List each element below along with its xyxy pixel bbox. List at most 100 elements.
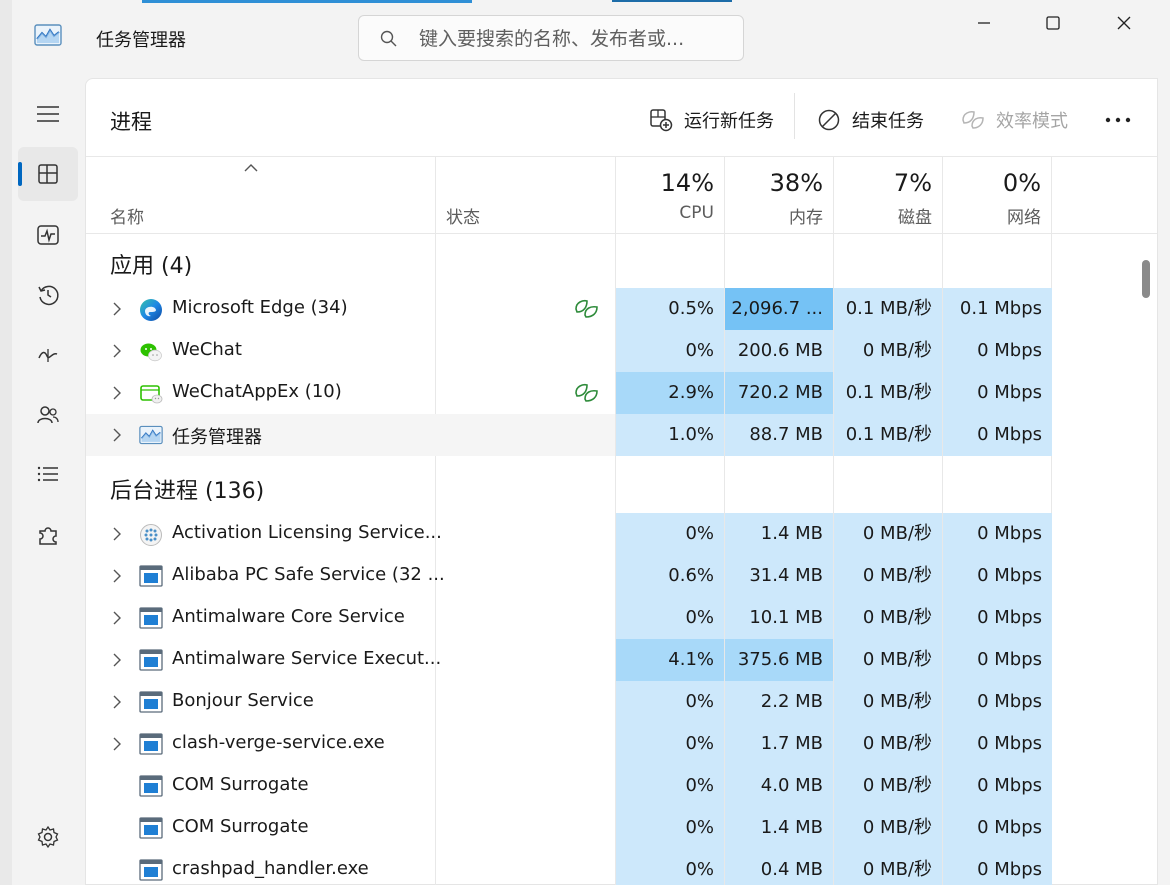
process-row[interactable]: clash-verge-service.exe 0% 1.7 MB 0 MB/秒 0 M… bbox=[86, 723, 1052, 765]
process-row[interactable]: Antimalware Service Execut... 4.1% 375.6 M… bbox=[86, 639, 1052, 681]
run-new-task-button[interactable]: 运行新任务 bbox=[648, 103, 774, 137]
column-header-network[interactable]: 0% 网络 bbox=[943, 157, 1052, 233]
process-name-cell[interactable]: 任务管理器 bbox=[86, 414, 615, 456]
chevron-right-icon[interactable] bbox=[112, 343, 122, 359]
process-row[interactable]: Antimalware Core Service 0% 10.1 MB 0 MB/秒 0… bbox=[86, 597, 1052, 639]
process-row[interactable]: Bonjour Service 0% 2.2 MB 0 MB/秒 0 Mbps bbox=[86, 681, 1052, 723]
end-task-icon bbox=[816, 107, 842, 133]
process-name-cell[interactable]: Microsoft Edge (34) bbox=[86, 288, 615, 330]
page-title: 进程 bbox=[110, 110, 152, 134]
network-cell: 0 Mbps bbox=[943, 513, 1052, 555]
chevron-right-icon[interactable] bbox=[112, 652, 122, 668]
column-header-disk[interactable]: 7% 磁盘 bbox=[834, 157, 943, 233]
process-name: Activation Licensing Service... bbox=[172, 522, 442, 543]
efficiency-mode-button[interactable]: 效率模式 bbox=[960, 103, 1068, 137]
disk-cell: 0.1 MB/秒 bbox=[834, 414, 942, 456]
process-name: WeChat bbox=[172, 339, 242, 360]
process-name-cell[interactable]: COM Surrogate bbox=[86, 807, 615, 849]
chevron-right-icon[interactable] bbox=[112, 301, 122, 317]
process-name-cell[interactable]: Activation Licensing Service... bbox=[86, 513, 615, 555]
process-name-cell[interactable]: COM Surrogate bbox=[86, 765, 615, 807]
process-row[interactable]: Alibaba PC Safe Service (32 ... 0.6% 31.4 … bbox=[86, 555, 1052, 597]
disk-cell: 0 MB/秒 bbox=[834, 513, 942, 555]
process-name-cell[interactable]: WeChatAppEx (10) bbox=[86, 372, 615, 414]
process-name-cell[interactable]: Antimalware Core Service bbox=[86, 597, 615, 639]
command-separator bbox=[794, 93, 795, 139]
disk-cell: 0.1 MB/秒 bbox=[834, 372, 942, 414]
chevron-right-icon[interactable] bbox=[112, 694, 122, 710]
column-header-status[interactable]: 状态 bbox=[436, 157, 616, 233]
memory-cell: 1.4 MB bbox=[725, 807, 833, 849]
column-header-name[interactable]: 名称 bbox=[86, 157, 436, 233]
process-name: COM Surrogate bbox=[172, 774, 309, 795]
network-cell: 0 Mbps bbox=[943, 723, 1052, 765]
memory-cell: 10.1 MB bbox=[725, 597, 833, 639]
process-row[interactable]: 任务管理器 1.0% 88.7 MB 0.1 MB/秒 0 Mbps bbox=[86, 414, 1052, 456]
processes-icon bbox=[38, 164, 58, 184]
wechat-icon bbox=[139, 340, 163, 362]
nav-item-processes[interactable] bbox=[18, 147, 78, 201]
process-name-cell[interactable]: Antimalware Service Execut... bbox=[86, 639, 615, 681]
task-manager-window: 任务管理器 键入要搜索的名称、发布者或... 进程 运行新任务 结束任务 效率模… bbox=[12, 0, 1158, 885]
efficiency-mode-leaf-icon bbox=[574, 382, 598, 404]
users-icon bbox=[37, 406, 59, 424]
service-window-icon bbox=[139, 649, 163, 671]
cpu-cell: 0.5% bbox=[616, 288, 724, 330]
group-title: 应用 (4) bbox=[110, 254, 193, 279]
column-header-memory[interactable]: 38% 内存 bbox=[725, 157, 834, 233]
nav-item-app-history[interactable] bbox=[18, 268, 78, 322]
memory-cell: 720.2 MB bbox=[725, 372, 833, 414]
nav-item-users[interactable] bbox=[18, 388, 78, 442]
process-row[interactable]: Microsoft Edge (34) 0.5% 2,096.7 ... 0.1 MB… bbox=[86, 288, 1052, 330]
process-name: Bonjour Service bbox=[172, 690, 314, 711]
maximize-button[interactable] bbox=[1030, 8, 1076, 38]
process-row[interactable]: WeChat 0% 200.6 MB 0 MB/秒 0 Mbps bbox=[86, 330, 1052, 372]
process-row[interactable]: Activation Licensing Service... 0% 1.4 MB 0… bbox=[86, 513, 1052, 555]
column-header-cpu[interactable]: 14% CPU bbox=[616, 157, 725, 233]
nav-item-details[interactable] bbox=[18, 447, 78, 501]
process-row[interactable]: COM Surrogate 0% 4.0 MB 0 MB/秒 0 Mbps bbox=[86, 765, 1052, 807]
process-name-cell[interactable]: Alibaba PC Safe Service (32 ... bbox=[86, 555, 615, 597]
cpu-cell: 1.0% bbox=[616, 414, 724, 456]
process-name: WeChatAppEx (10) bbox=[172, 381, 342, 402]
chevron-right-icon[interactable] bbox=[112, 610, 122, 626]
process-name: 任务管理器 bbox=[172, 427, 262, 448]
disk-cell: 0 MB/秒 bbox=[834, 681, 942, 723]
process-row[interactable]: WeChatAppEx (10) 2.9% 720.2 MB 0.1 MB/秒 0 Mb… bbox=[86, 372, 1052, 414]
chevron-right-icon[interactable] bbox=[112, 427, 122, 443]
chevron-right-icon[interactable] bbox=[112, 385, 122, 401]
network-cell: 0 Mbps bbox=[943, 330, 1052, 372]
nav-item-performance[interactable] bbox=[18, 208, 78, 262]
process-row[interactable]: crashpad_handler.exe 0% 0.4 MB 0 MB/秒 0 Mbps bbox=[86, 849, 1052, 885]
column-status-label: 状态 bbox=[446, 208, 480, 228]
service-window-icon bbox=[139, 859, 163, 881]
service-window-icon bbox=[139, 733, 163, 755]
minimize-button[interactable] bbox=[961, 8, 1007, 38]
chevron-right-icon[interactable] bbox=[112, 568, 122, 584]
performance-icon bbox=[37, 225, 59, 245]
search-box[interactable] bbox=[358, 15, 744, 61]
chevron-right-icon[interactable] bbox=[112, 736, 122, 752]
process-row[interactable]: COM Surrogate 0% 1.4 MB 0 MB/秒 0 Mbps bbox=[86, 807, 1052, 849]
task-manager-icon bbox=[139, 424, 163, 446]
nav-item-services[interactable] bbox=[18, 508, 78, 562]
close-button[interactable] bbox=[1101, 8, 1147, 38]
more-options-button[interactable] bbox=[1098, 103, 1138, 137]
nav-item-startup-apps[interactable] bbox=[18, 328, 78, 382]
nav-menu-toggle[interactable] bbox=[18, 87, 78, 141]
end-task-label: 结束任务 bbox=[852, 111, 924, 132]
scrollbar-thumb[interactable] bbox=[1142, 260, 1150, 298]
process-name-cell[interactable]: crashpad_handler.exe bbox=[86, 849, 615, 885]
chevron-right-icon[interactable] bbox=[112, 526, 122, 542]
process-name-cell[interactable]: clash-verge-service.exe bbox=[86, 723, 615, 765]
end-task-button[interactable]: 结束任务 bbox=[816, 103, 924, 137]
memory-cell: 88.7 MB bbox=[725, 414, 833, 456]
memory-cell: 200.6 MB bbox=[725, 330, 833, 372]
search-input[interactable] bbox=[417, 24, 731, 54]
nav-item-settings[interactable] bbox=[18, 810, 78, 864]
process-name-cell[interactable]: Bonjour Service bbox=[86, 681, 615, 723]
memory-cell: 4.0 MB bbox=[725, 765, 833, 807]
process-name-cell[interactable]: WeChat bbox=[86, 330, 615, 372]
minimize-icon bbox=[978, 22, 990, 24]
vertical-scrollbar[interactable] bbox=[1134, 232, 1156, 885]
